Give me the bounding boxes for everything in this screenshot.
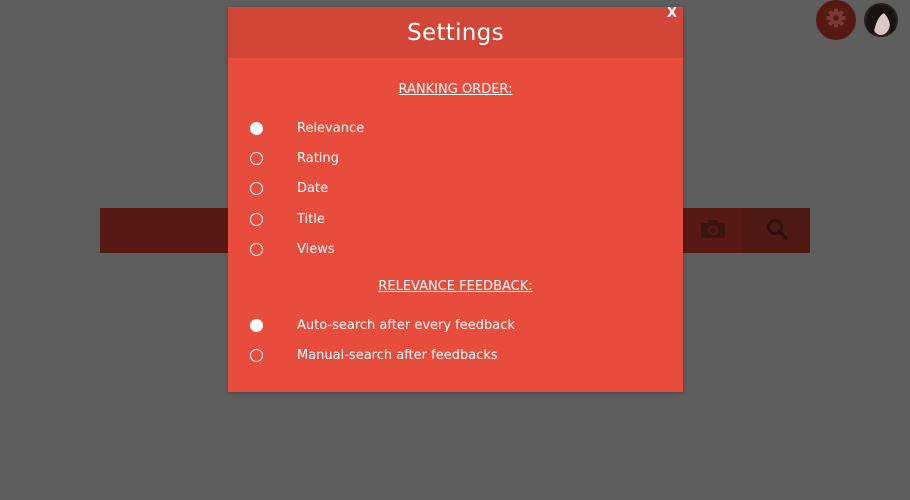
gear-icon	[826, 8, 846, 32]
ranking-option-relevance[interactable]: Relevance	[250, 118, 364, 138]
relevance-feedback-heading: RELEVANCE FEEDBACK:	[378, 279, 533, 294]
radio-auto-search[interactable]	[250, 318, 263, 332]
option-label: Views	[297, 241, 335, 257]
search-button[interactable]	[743, 208, 810, 253]
ranking-option-title[interactable]: Title	[250, 209, 325, 229]
modal-header: Settings X	[228, 7, 683, 58]
ranking-order-heading: RANKING ORDER:	[398, 82, 513, 97]
radio-date[interactable]	[250, 181, 263, 195]
radio-manual-search[interactable]	[250, 348, 263, 362]
radio-title[interactable]	[250, 212, 263, 226]
ranking-option-date[interactable]: Date	[250, 178, 328, 198]
radio-views[interactable]	[250, 242, 263, 256]
modal-title: Settings	[407, 19, 504, 46]
feedback-option-manual-search[interactable]: Manual-search after feedbacks	[250, 345, 498, 365]
option-label: Auto-search after every feedback	[297, 317, 515, 333]
option-label: Rating	[297, 150, 339, 166]
avatar[interactable]	[864, 3, 898, 37]
radio-relevance[interactable]	[250, 121, 263, 135]
radio-rating[interactable]	[250, 151, 263, 165]
search-icon	[766, 218, 788, 244]
option-label: Relevance	[297, 120, 365, 136]
ranking-option-rating[interactable]: Rating	[250, 148, 339, 168]
camera-icon	[700, 219, 726, 243]
close-button[interactable]: X	[667, 7, 677, 21]
camera-search-button[interactable]	[683, 208, 743, 253]
option-label: Manual-search after feedbacks	[297, 347, 498, 363]
settings-modal: Settings X RANKING ORDER: Relevance Rati…	[228, 7, 683, 392]
settings-button[interactable]	[816, 0, 856, 40]
option-label: Date	[297, 180, 329, 196]
option-label: Title	[297, 211, 325, 227]
feedback-option-auto-search[interactable]: Auto-search after every feedback	[250, 315, 515, 335]
ranking-option-views[interactable]: Views	[250, 239, 335, 259]
